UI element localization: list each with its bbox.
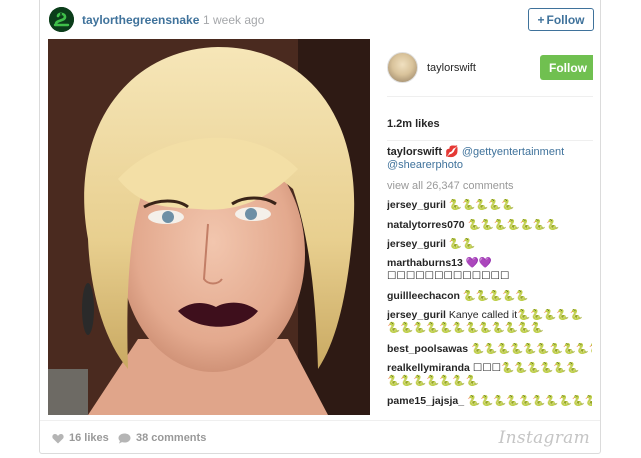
comment-item: pame15_jajsja_ 🐍🐍🐍🐍🐍🐍🐍🐍🐍🐍	[387, 395, 592, 408]
caption-tag-getty[interactable]: @gettyentertainment	[462, 146, 564, 158]
divider	[387, 96, 593, 97]
comment-username[interactable]: marthaburns13	[387, 257, 463, 269]
comment-text: 🐍🐍	[448, 238, 476, 250]
embedded-comments-panel: taylorswift Follow 1.2m likes taylorswif…	[370, 39, 593, 415]
comments-counter[interactable]: 38 comments	[118, 432, 206, 444]
embedded-avatar[interactable]	[387, 52, 418, 83]
instagram-embed-card: taylorthegreensnake 1 week ago + Follow	[39, 0, 601, 454]
comment-item: best_poolsawas 🐍🐍🐍🐍🐍🐍🐍🐍🐍🐍🐍	[387, 343, 592, 356]
snake-avatar-icon	[49, 7, 74, 32]
likes-counter[interactable]: 16 likes	[52, 432, 109, 444]
comments-count-label: 38 comments	[136, 432, 207, 444]
portrait-illustration	[48, 39, 370, 415]
comment-text: 🐍🐍🐍🐍🐍🐍🐍🐍🐍🐍🐍	[471, 343, 592, 355]
view-all-comments-link[interactable]: view all 26,347 comments	[387, 180, 514, 192]
comment-username[interactable]: pame15_jajsja_	[387, 395, 464, 407]
post-username[interactable]: taylorthegreensnake	[82, 13, 199, 27]
plus-icon: +	[537, 12, 545, 27]
post-timestamp: 1 week ago	[203, 13, 265, 27]
comment-item: jersey_guril Kanye called it🐍🐍🐍🐍🐍🐍🐍🐍🐍🐍🐍🐍…	[387, 309, 592, 336]
avatar[interactable]	[49, 7, 74, 32]
comment-text: 🐍🐍🐍🐍🐍🐍🐍🐍🐍🐍	[466, 395, 592, 407]
follow-button[interactable]: + Follow	[528, 8, 594, 31]
embedded-caption: taylorswift 💋 @gettyentertainment @shear…	[387, 146, 592, 172]
comment-username[interactable]: guillleechacon	[387, 290, 460, 302]
divider	[387, 140, 593, 141]
comment-text: 🐍🐍🐍🐍🐍	[448, 199, 515, 211]
comment-item: natalytorres070 🐍🐍🐍🐍🐍🐍🐍	[387, 219, 592, 232]
post-image[interactable]: taylorswift Follow 1.2m likes taylorswif…	[48, 39, 593, 415]
comment-item: guillleechacon 🐍🐍🐍🐍🐍	[387, 290, 592, 303]
comment-username[interactable]: realkellymiranda	[387, 362, 470, 374]
comment-username[interactable]: jersey_guril	[387, 199, 446, 211]
comment-item: jersey_guril 🐍🐍🐍🐍🐍	[387, 199, 592, 212]
comment-bubble-icon	[118, 433, 131, 443]
comment-item: jersey_guril 🐍🐍	[387, 238, 592, 251]
comment-username[interactable]: jersey_guril	[387, 238, 446, 250]
comment-username[interactable]: best_poolsawas	[387, 343, 468, 355]
lips-emoji: 💋	[445, 146, 459, 158]
comment-username[interactable]: natalytorres070	[387, 219, 465, 231]
comment-username[interactable]: jersey_guril	[387, 309, 446, 321]
post-footer: 16 likes 38 comments Instagram	[40, 420, 600, 454]
comment-text: 🐍🐍🐍🐍🐍🐍🐍	[467, 219, 560, 231]
caption-tag-shearer[interactable]: @shearerphoto	[387, 159, 463, 171]
portrait-photo	[48, 39, 370, 415]
heart-icon	[52, 433, 64, 443]
comment-text: 🐍🐍🐍🐍🐍	[462, 290, 529, 302]
comment-item: marthaburns13 💜💜 ☐☐☐☐☐☐☐☐☐☐☐☐☐	[387, 257, 592, 284]
embedded-follow-button[interactable]: Follow	[540, 55, 593, 80]
comment-item: realkellymiranda ☐☐☐🐍🐍🐍🐍🐍🐍🐍🐍🐍🐍🐍🐍🐍	[387, 362, 592, 389]
embedded-username[interactable]: taylorswift	[427, 62, 476, 74]
likes-count-label: 16 likes	[69, 432, 109, 444]
post-header: taylorthegreensnake 1 week ago + Follow	[40, 0, 600, 38]
instagram-logo[interactable]: Instagram	[499, 428, 590, 448]
follow-button-label: Follow	[546, 12, 585, 27]
embedded-likes-count: 1.2m likes	[387, 118, 440, 130]
caption-username[interactable]: taylorswift	[387, 146, 442, 158]
